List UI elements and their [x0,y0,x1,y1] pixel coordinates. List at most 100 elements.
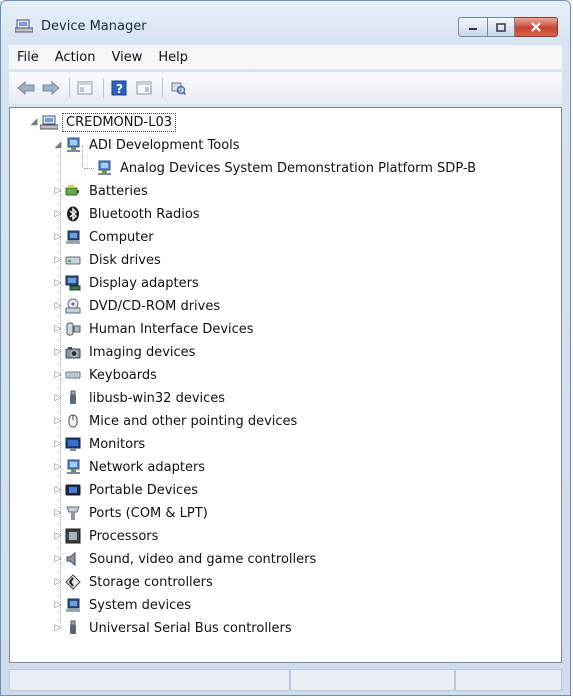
properties-button[interactable] [133,78,155,98]
tree-item-bluetooth-radios[interactable]: ▷ Bluetooth Radios [52,203,203,225]
tree-item-label: Analog Devices System Demonstration Plat… [120,160,477,176]
maximize-icon [496,22,506,32]
toolbar-separator [103,78,104,98]
close-button[interactable] [515,17,558,37]
tree-item-label: Monitors [89,436,146,452]
menu-action[interactable]: Action [47,50,104,65]
tree-item-portable-devices[interactable]: ▷ Portable Devices [52,479,201,501]
status-pane [455,669,563,691]
show-hide-console-tree-button[interactable] [74,78,96,98]
tree-item-label: Imaging devices [89,344,196,360]
expand-icon[interactable]: ▷ [52,346,64,358]
camera-icon [64,344,82,360]
hid-icon [64,321,82,337]
collapse-icon[interactable]: ◢ [52,139,64,151]
expand-icon[interactable]: ▷ [52,484,64,496]
device-manager-icon [15,19,33,33]
help-button[interactable]: ? [108,78,130,98]
tree-item-imaging-devices[interactable]: ▷ Imaging devices [52,341,198,363]
title-bar[interactable]: Device Manager [1,1,570,39]
usb-plug-icon [64,620,82,636]
device-tree[interactable]: ◢ CREDMOND-L03 ◢ ADI Development Tools A… [9,107,562,663]
tree-item-libusb-win32-devices[interactable]: ▷ libusb-win32 devices [52,387,228,409]
tree-item-human-interface-devices[interactable]: ▷ Human Interface Devices [52,318,257,340]
storage-controller-icon [64,574,82,590]
svg-text:?: ? [116,82,123,96]
expand-icon[interactable]: ▷ [52,323,64,335]
tree-item-sound-video-game[interactable]: ▷ Sound, video and game controllers [52,548,319,570]
keyboard-icon [64,367,82,383]
properties-icon [136,81,152,95]
tree-item-monitors[interactable]: ▷ Monitors [52,433,148,455]
tree-item-display-adapters[interactable]: ▷ Display adapters [52,272,202,294]
tree-item-dvd-cd-rom-drives[interactable]: ▷ DVD/CD-ROM drives [52,295,223,317]
menu-file[interactable]: File [9,50,47,65]
port-icon [64,505,82,521]
expand-icon[interactable]: ▷ [52,208,64,220]
tree-item-computer[interactable]: ▷ Computer [52,226,157,248]
back-button[interactable] [15,78,37,98]
expand-icon[interactable]: ▷ [52,277,64,289]
tree-root-label: CREDMOND-L03 [62,112,176,132]
expand-icon[interactable]: ▷ [52,415,64,427]
expand-icon[interactable]: ▷ [52,254,64,266]
expand-icon[interactable]: ▷ [52,507,64,519]
tree-item-system-devices[interactable]: ▷ System devices [52,594,194,616]
expand-icon[interactable]: ▷ [52,369,64,381]
toolbar: ? [9,72,562,104]
tree-item-label: libusb-win32 devices [89,390,226,406]
expand-icon[interactable]: ▷ [52,530,64,542]
expand-icon[interactable]: ▷ [52,438,64,450]
tree-connector [84,167,94,169]
tree-item-label: Sound, video and game controllers [89,551,317,567]
menu-view[interactable]: View [103,50,150,65]
tree-item-label: Bluetooth Radios [89,206,200,222]
maximize-button[interactable] [488,17,515,37]
toolbar-separator [69,78,70,98]
network-device-icon [95,160,113,176]
scan-hardware-button[interactable] [167,78,189,98]
expand-icon[interactable]: ▷ [52,622,64,634]
close-icon [531,22,541,32]
tree-item-batteries[interactable]: ▷ Batteries [52,180,151,202]
tree-item-adi-development-tools[interactable]: ◢ ADI Development Tools [52,134,243,156]
mouse-icon [64,413,82,429]
tree-item-mice[interactable]: ▷ Mice and other pointing devices [52,410,300,432]
tree-item-disk-drives[interactable]: ▷ Disk drives [52,249,164,271]
tree-item-ports[interactable]: ▷ Ports (COM & LPT) [52,502,211,524]
bluetooth-icon [64,206,82,222]
expand-icon[interactable]: ▷ [52,392,64,404]
collapse-icon[interactable]: ◢ [28,116,40,128]
expand-icon[interactable]: ▷ [52,185,64,197]
expand-icon[interactable]: ▷ [52,461,64,473]
tree-item-usb-controllers[interactable]: ▷ Universal Serial Bus controllers [52,617,295,639]
tree-item-keyboards[interactable]: ▷ Keyboards [52,364,160,386]
expand-icon[interactable]: ▷ [52,599,64,611]
system-devices-icon [64,597,82,613]
menu-help[interactable]: Help [150,50,196,65]
tree-item-network-adapters[interactable]: ▷ Network adapters [52,456,208,478]
computer-icon [40,114,58,130]
toolbar-separator [162,78,163,98]
portable-device-icon [64,482,82,498]
tree-item-label: Disk drives [89,252,161,268]
forward-button[interactable] [40,78,62,98]
tree-item-label: Network adapters [89,459,206,475]
expand-icon[interactable]: ▷ [52,553,64,565]
tree-item-label: Display adapters [89,275,199,291]
status-bar [9,667,563,693]
tree-root[interactable]: ◢ CREDMOND-L03 [28,111,176,133]
expand-icon[interactable]: ▷ [52,231,64,243]
tree-item-label: Keyboards [89,367,157,383]
expand-icon[interactable]: ▷ [52,576,64,588]
tree-item-label: Ports (COM & LPT) [89,505,208,521]
tree-item-label: Human Interface Devices [89,321,254,337]
tree-item-processors[interactable]: ▷ Processors [52,525,161,547]
monitor-icon [64,436,82,452]
tree-item-sdp-b[interactable]: Analog Devices System Demonstration Plat… [83,157,479,179]
minimize-button[interactable] [458,17,488,37]
tree-item-label: Processors [89,528,159,544]
computer-icon [64,229,82,245]
tree-item-storage-controllers[interactable]: ▷ Storage controllers [52,571,216,593]
expand-icon[interactable]: ▷ [52,300,64,312]
